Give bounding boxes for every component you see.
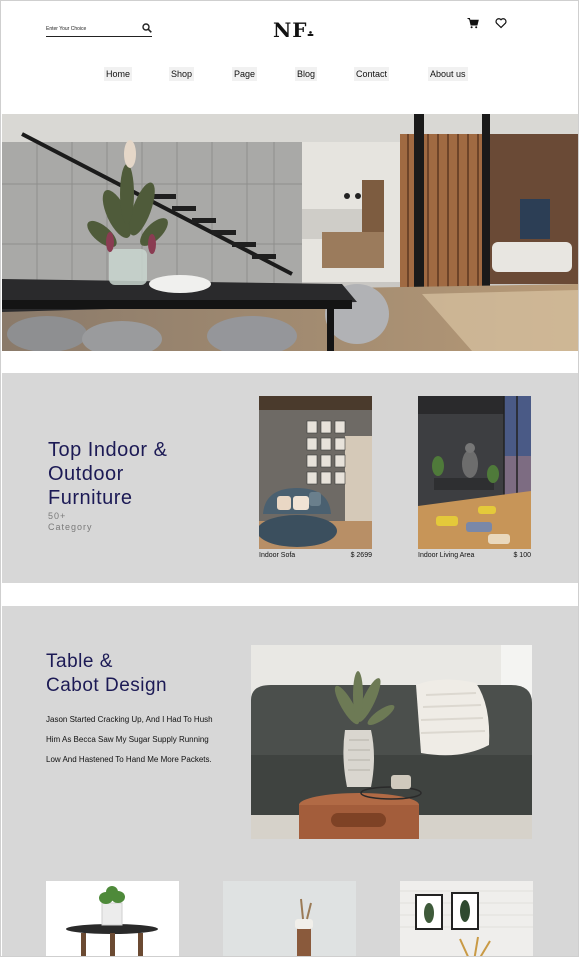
search-icon[interactable] — [142, 23, 152, 33]
nav-item-contact[interactable]: Contact — [354, 67, 390, 81]
feature-description: Jason Started Cracking Up, And I Had To … — [46, 715, 213, 764]
feature-title: Table & Cabot Design — [46, 651, 168, 696]
logo-mark-icon — [307, 31, 314, 36]
product-price: $ 2699 — [350, 552, 372, 559]
cart-icon[interactable] — [467, 17, 479, 29]
nav-item-blog[interactable]: Blog — [295, 67, 318, 81]
site-logo[interactable]: NF — [273, 18, 314, 42]
feature-section: Table & Cabot Design Jason Started Crack… — [2, 606, 578, 956]
hero-image — [2, 114, 578, 351]
feature-image-sofa — [251, 645, 532, 839]
nav-item-home[interactable]: Home — [104, 67, 133, 81]
heart-icon[interactable] — [495, 17, 507, 29]
product-caption-indoor-sofa: Indoor Sofa $ 2699 — [259, 552, 372, 562]
category-count: 50+ Category — [48, 511, 93, 532]
product-image-indoor-sofa[interactable] — [259, 396, 372, 549]
product-name[interactable]: Indoor Living Area — [418, 552, 474, 559]
thumb-wall-frames[interactable] — [400, 881, 533, 956]
categories-section: Top Indoor & Outdoor Furniture 50+ Categ… — [2, 373, 578, 583]
thumb-decor-vase[interactable] — [223, 881, 356, 956]
thumb-side-table[interactable] — [46, 881, 179, 956]
main-nav: Home Shop Page Blog Contact About us — [1, 67, 578, 83]
hero-interior-illustration — [2, 114, 578, 351]
categories-title: Top Indoor & Outdoor Furniture — [48, 439, 168, 509]
product-name[interactable]: Indoor Sofa — [259, 552, 295, 559]
logo-text: NF — [273, 18, 308, 42]
search-input[interactable] — [46, 22, 138, 35]
nav-item-about-us[interactable]: About us — [428, 67, 468, 81]
nav-item-page[interactable]: Page — [232, 67, 258, 81]
product-caption-indoor-living-area: Indoor Living Area $ 100 — [418, 552, 531, 562]
product-image-indoor-living-area[interactable] — [418, 396, 531, 549]
product-price: $ 100 — [513, 552, 531, 559]
nav-item-shop[interactable]: Shop — [169, 67, 195, 81]
search-bar[interactable] — [46, 22, 152, 37]
page-frame: NF Home Shop Page Blog Contact About us — [0, 0, 579, 957]
